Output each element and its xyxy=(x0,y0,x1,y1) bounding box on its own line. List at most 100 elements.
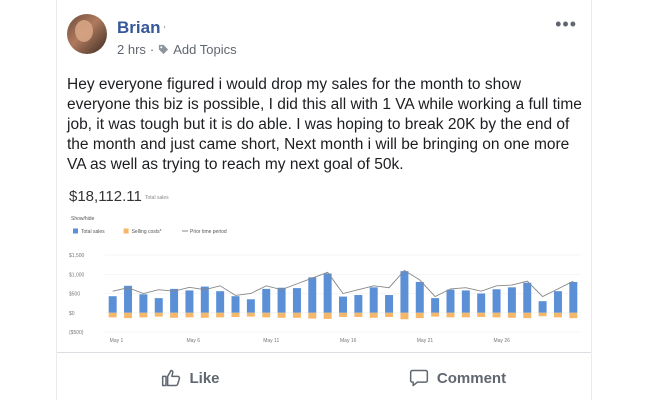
cost-bar xyxy=(431,312,440,317)
action-bar: Like Comment xyxy=(57,360,591,396)
cost-bar xyxy=(170,312,179,318)
cost-bar xyxy=(231,312,240,317)
sales-bar xyxy=(446,289,455,313)
cost-bar xyxy=(477,312,486,317)
sales-bar xyxy=(354,295,363,313)
sales-bar xyxy=(231,296,240,313)
sales-bar xyxy=(124,285,133,313)
cost-bar xyxy=(415,312,424,319)
sales-bar xyxy=(477,293,486,313)
show-hide-label: Show/hide xyxy=(71,216,95,222)
legend-swatch xyxy=(73,228,78,234)
sales-bar xyxy=(415,281,424,313)
sales-bar xyxy=(246,299,255,313)
sales-bar xyxy=(369,287,378,313)
sales-chart: Show/hide Total sales Selling costs* Prior … xyxy=(69,216,581,344)
tag-icon xyxy=(159,44,169,55)
cost-bar xyxy=(246,312,255,317)
x-tick-label: May 1 xyxy=(110,338,124,344)
like-icon xyxy=(162,369,181,387)
post-time[interactable]: 2 hrs xyxy=(117,42,146,57)
x-tick-label: May 21 xyxy=(417,338,434,344)
y-tick-label: ($500) xyxy=(69,330,84,336)
sales-bar xyxy=(323,273,332,313)
cost-bar xyxy=(185,312,194,318)
cost-bar xyxy=(553,312,562,318)
post-card: Brian ' 2 hrs · Add Topics ••• Hey everyo… xyxy=(56,0,592,400)
sales-bar xyxy=(461,290,470,313)
post-text: Hey everyone figured i would drop my sal… xyxy=(67,76,582,173)
cost-bar xyxy=(569,312,578,319)
x-tick-label: May 11 xyxy=(263,338,279,344)
comment-button[interactable]: Comment xyxy=(324,360,591,396)
like-button[interactable]: Like xyxy=(57,360,324,396)
y-tick-label: $500 xyxy=(69,292,80,298)
x-tick-label: May 16 xyxy=(340,338,357,344)
author-name[interactable]: Brian ' xyxy=(117,18,165,38)
cost-bar xyxy=(538,312,547,317)
comment-icon xyxy=(409,369,428,387)
sales-bar xyxy=(339,296,347,313)
x-tick-label: May 26 xyxy=(494,338,511,344)
author-mark: ' xyxy=(163,25,166,36)
sales-bar xyxy=(139,294,148,313)
like-label: Like xyxy=(189,369,220,387)
cost-bar xyxy=(262,312,271,318)
post-meta: 2 hrs · Add Topics xyxy=(117,42,237,57)
sales-bar xyxy=(569,281,578,313)
sales-bar xyxy=(553,291,562,313)
cost-bar xyxy=(323,312,332,319)
sales-bar xyxy=(308,277,317,313)
cost-bar xyxy=(507,312,516,318)
action-divider xyxy=(57,352,591,353)
cost-bar xyxy=(108,312,117,318)
sales-chart-image: $18,112.11 Total sales Show/hide Total sa… xyxy=(61,180,587,348)
cost-bar xyxy=(308,312,317,319)
sales-bar xyxy=(170,288,179,313)
cost-bar xyxy=(200,312,209,318)
cost-bar xyxy=(446,312,455,318)
cost-bar xyxy=(385,312,394,317)
sales-bar xyxy=(216,291,225,313)
sales-bar xyxy=(108,296,117,313)
cost-bar xyxy=(339,312,347,317)
sales-bar xyxy=(385,295,394,313)
sales-bar xyxy=(154,298,163,313)
sales-bar xyxy=(400,271,409,313)
legend-label: Prior time period xyxy=(190,229,227,235)
cost-bar xyxy=(492,312,501,318)
more-options-icon[interactable]: ••• xyxy=(555,14,577,35)
y-tick-label: $0 xyxy=(69,311,75,317)
legend-swatch xyxy=(123,228,129,234)
cost-bar xyxy=(369,312,378,318)
meta-separator: · xyxy=(149,42,155,57)
sales-bar xyxy=(523,282,532,313)
comment-label: Comment xyxy=(436,369,507,387)
sales-bar xyxy=(507,287,516,313)
sales-bar xyxy=(292,288,301,313)
sales-bar xyxy=(200,286,209,313)
cost-bar xyxy=(292,312,301,318)
sales-bar xyxy=(492,289,501,313)
cost-bar xyxy=(154,312,163,317)
sales-bar xyxy=(185,290,194,313)
cost-bar xyxy=(277,312,286,318)
sales-bar xyxy=(431,298,440,313)
cost-bar xyxy=(216,312,225,318)
total-sales-label: Total sales xyxy=(145,195,169,201)
cost-bar xyxy=(124,312,133,319)
sales-bar xyxy=(538,301,547,313)
avatar[interactable] xyxy=(67,14,107,54)
add-topics-link[interactable]: Add Topics xyxy=(173,42,236,57)
cost-bar xyxy=(354,312,363,317)
sales-bar xyxy=(262,288,271,313)
y-tick-label: $1,000 xyxy=(69,272,85,278)
legend-label: Total sales xyxy=(81,229,105,235)
author-name-text[interactable]: Brian xyxy=(117,18,160,37)
cost-bar xyxy=(461,312,470,318)
x-tick-label: May 6 xyxy=(186,338,200,344)
sales-bar xyxy=(277,287,286,313)
y-tick-label: $1,500 xyxy=(69,253,85,259)
cost-bar xyxy=(139,312,148,318)
total-sales-value: $18,112.11 xyxy=(69,188,142,205)
